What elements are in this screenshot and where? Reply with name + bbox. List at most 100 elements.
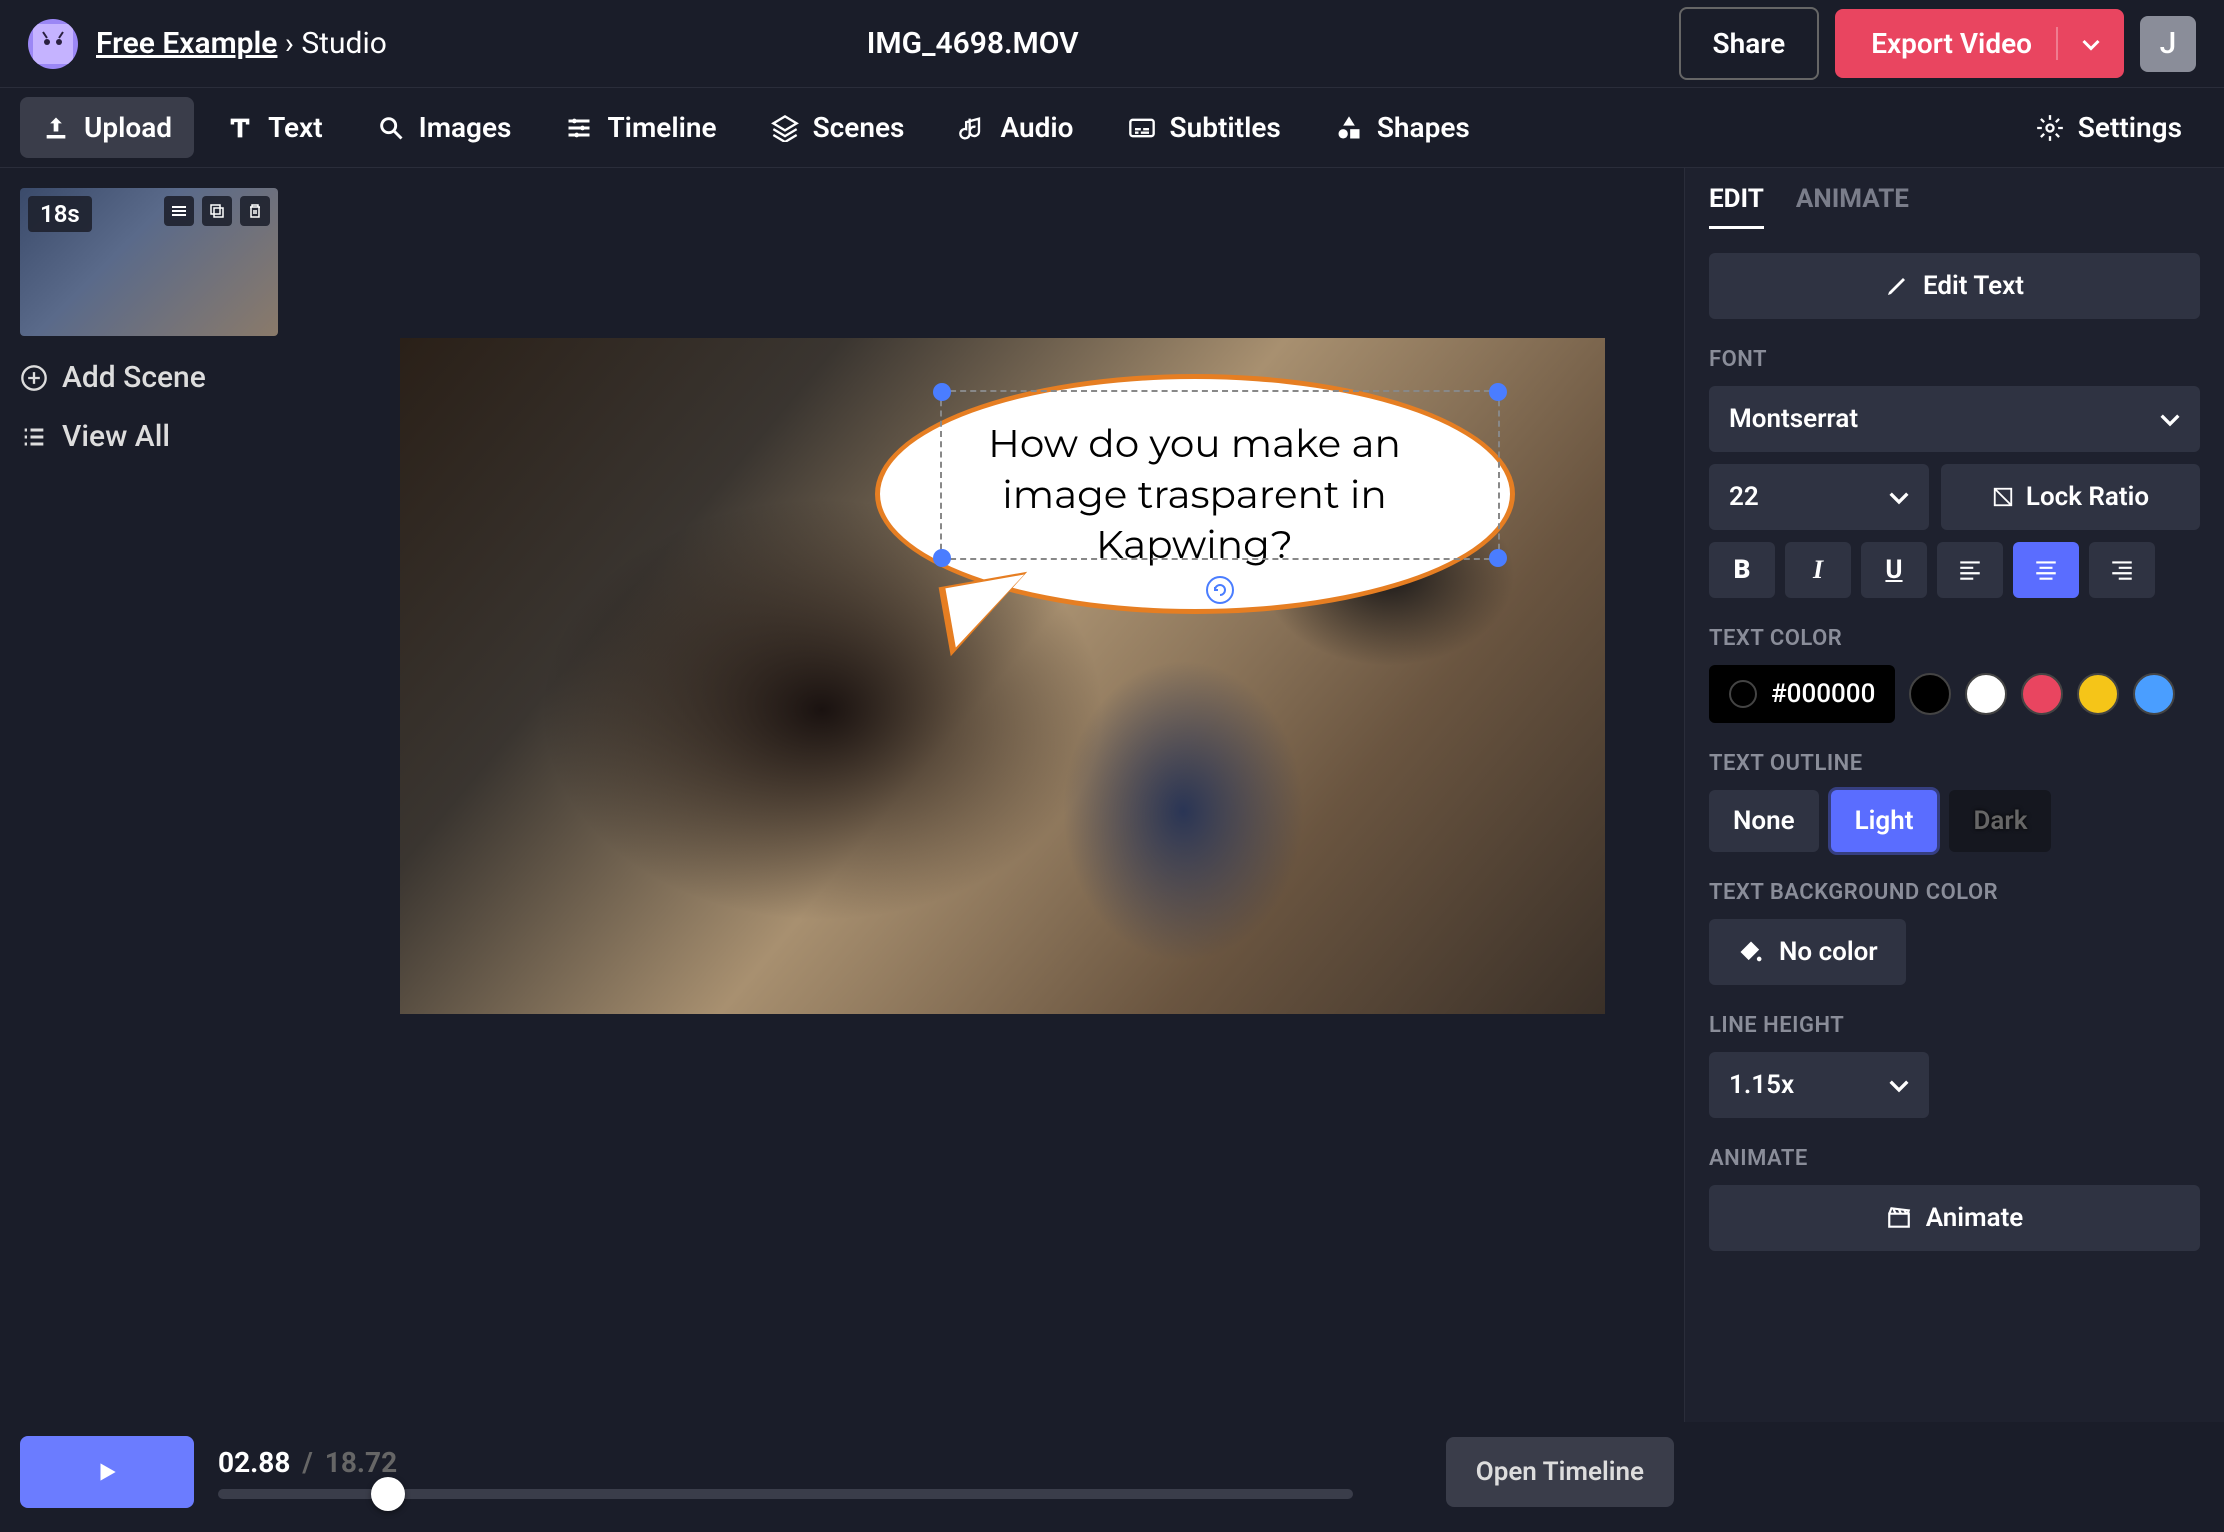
- resize-handle-tr[interactable]: [1489, 383, 1507, 401]
- upload-icon: [42, 114, 70, 142]
- properties-panel: EDIT ANIMATE Edit Text FONT Montserrat 2…: [1684, 168, 2224, 1422]
- export-video-button[interactable]: Export Video: [1835, 9, 2124, 78]
- header: Free Example › Studio IMG_4698.MOV Share…: [0, 0, 2224, 88]
- swatch-black[interactable]: [1909, 673, 1951, 715]
- italic-button[interactable]: I: [1785, 542, 1851, 598]
- text-label: Text: [268, 111, 323, 144]
- text-color-label: TEXT COLOR: [1709, 626, 2200, 651]
- header-actions: Share Export Video J: [1679, 7, 2196, 80]
- outline-dark-button[interactable]: Dark: [1949, 790, 2051, 852]
- footer: 02.88 / 18.72 Open Timeline: [0, 1422, 2224, 1532]
- swatch-yellow[interactable]: [2077, 673, 2119, 715]
- scenes-label: Scenes: [813, 111, 905, 144]
- line-height-select[interactable]: 1.15x: [1709, 1052, 1929, 1118]
- font-family-select[interactable]: Montserrat: [1709, 386, 2200, 452]
- bg-color-button[interactable]: No color: [1709, 919, 1906, 985]
- view-all-button[interactable]: View All: [20, 419, 300, 454]
- text-color-input[interactable]: #000000: [1709, 665, 1895, 723]
- scene-thumbnail[interactable]: 18s: [20, 188, 278, 336]
- scene-duplicate-icon[interactable]: [202, 196, 232, 226]
- user-avatar[interactable]: J: [2140, 16, 2196, 72]
- workspace-avatar[interactable]: [28, 19, 78, 69]
- scene-delete-icon[interactable]: [240, 196, 270, 226]
- current-time: 02.88: [218, 1446, 290, 1479]
- lock-ratio-label: Lock Ratio: [2026, 482, 2149, 512]
- subtitles-icon: [1128, 114, 1156, 142]
- animate-section-label: ANIMATE: [1709, 1146, 2200, 1171]
- play-button[interactable]: [20, 1436, 194, 1508]
- total-time: 18.72: [325, 1446, 397, 1479]
- search-icon: [377, 114, 405, 142]
- settings-tool[interactable]: Settings: [2014, 97, 2204, 158]
- color-dot-icon: [1729, 680, 1757, 708]
- time-slider[interactable]: [218, 1489, 1353, 1499]
- align-right-icon: [2109, 557, 2135, 583]
- resize-handle-tl[interactable]: [933, 383, 951, 401]
- scenes-panel: 18s Add Scene View All: [0, 168, 320, 1422]
- resize-handle-bl[interactable]: [933, 549, 951, 567]
- selection-box: [940, 390, 1500, 560]
- outline-none-button[interactable]: None: [1709, 790, 1819, 852]
- align-right-button[interactable]: [2089, 542, 2155, 598]
- open-timeline-button[interactable]: Open Timeline: [1446, 1437, 1674, 1507]
- align-center-icon: [2033, 557, 2059, 583]
- font-section-label: FONT: [1709, 347, 2200, 372]
- resize-handle-br[interactable]: [1489, 549, 1507, 567]
- slider-thumb[interactable]: [371, 1477, 405, 1511]
- view-all-label: View All: [62, 419, 170, 454]
- upload-tool[interactable]: Upload: [20, 97, 194, 158]
- shapes-label: Shapes: [1377, 111, 1470, 144]
- audio-label: Audio: [1000, 111, 1073, 144]
- chevron-down-icon: [2160, 409, 2180, 429]
- scene-menu-icon[interactable]: [164, 196, 194, 226]
- line-height-value: 1.15x: [1729, 1070, 1794, 1100]
- timeline-tool[interactable]: Timeline: [543, 97, 738, 158]
- tab-animate[interactable]: ANIMATE: [1796, 184, 1909, 229]
- time-sep: /: [302, 1446, 312, 1479]
- add-scene-button[interactable]: Add Scene: [20, 360, 300, 395]
- align-center-button[interactable]: [2013, 542, 2079, 598]
- scenes-tool[interactable]: Scenes: [749, 97, 927, 158]
- share-button[interactable]: Share: [1679, 7, 1820, 80]
- swatch-red[interactable]: [2021, 673, 2063, 715]
- add-scene-label: Add Scene: [62, 360, 206, 395]
- music-note-icon: [958, 114, 986, 142]
- images-tool[interactable]: Images: [355, 97, 534, 158]
- lock-ratio-icon: [1992, 486, 2014, 508]
- underline-button[interactable]: U: [1861, 542, 1927, 598]
- subtitles-tool[interactable]: Subtitles: [1106, 97, 1303, 158]
- edit-text-label: Edit Text: [1923, 271, 2024, 301]
- canvas-area: How do you make an image trasparent in K…: [320, 168, 1684, 1422]
- align-left-button[interactable]: [1937, 542, 2003, 598]
- timeline-scrubber: 02.88 / 18.72: [218, 1446, 1422, 1499]
- play-icon: [94, 1459, 120, 1485]
- file-title[interactable]: IMG_4698.MOV: [267, 26, 1679, 61]
- font-size-value: 22: [1729, 482, 1759, 512]
- text-icon: [226, 114, 254, 142]
- edit-text-button[interactable]: Edit Text: [1709, 253, 2200, 319]
- rotate-handle[interactable]: [1206, 576, 1234, 604]
- no-color-label: No color: [1779, 937, 1878, 967]
- layers-icon: [771, 114, 799, 142]
- align-left-icon: [1957, 557, 1983, 583]
- tab-edit[interactable]: EDIT: [1709, 184, 1764, 229]
- breadcrumb-link[interactable]: Free Example: [96, 26, 277, 61]
- line-height-label: LINE HEIGHT: [1709, 1013, 2200, 1038]
- swatch-blue[interactable]: [2133, 673, 2175, 715]
- swatch-white[interactable]: [1965, 673, 2007, 715]
- bold-button[interactable]: B: [1709, 542, 1775, 598]
- font-size-select[interactable]: 22: [1709, 464, 1929, 530]
- video-canvas[interactable]: How do you make an image trasparent in K…: [400, 338, 1605, 1014]
- export-label: Export Video: [1871, 27, 2032, 60]
- gear-icon: [2036, 114, 2064, 142]
- paint-bucket-icon: [1737, 938, 1765, 966]
- export-dropdown-caret[interactable]: [2056, 27, 2124, 60]
- shapes-icon: [1335, 114, 1363, 142]
- outline-light-button[interactable]: Light: [1831, 790, 1938, 852]
- shapes-tool[interactable]: Shapes: [1313, 97, 1492, 158]
- text-tool[interactable]: Text: [204, 97, 345, 158]
- audio-tool[interactable]: Audio: [936, 97, 1095, 158]
- animate-button[interactable]: Animate: [1709, 1185, 2200, 1251]
- lock-ratio-button[interactable]: Lock Ratio: [1941, 464, 2200, 530]
- bg-color-label: TEXT BACKGROUND COLOR: [1709, 880, 2200, 905]
